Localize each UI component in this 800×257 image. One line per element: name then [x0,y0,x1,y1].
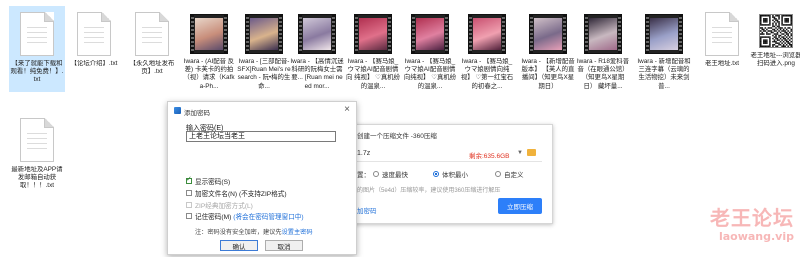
text-file-icon [705,12,739,56]
video-thumbnail [354,14,392,54]
remember-password-checkbox[interactable]: 记住密码(M) (将会在密码管理窗口中) [186,211,304,221]
watermark-title: 老王论坛 [710,206,794,230]
app-icon [174,107,181,114]
text-file-icon [77,12,111,56]
video-file-item[interactable]: Iwara - 【高情沉迷科研的阮梅女士需要... [Ruan mei need… [289,6,345,92]
file-name-label: Iwara - 【赛马娘_ウマ娘AI配音剧情向纯视】 ♡真机纷的温泉... [403,58,457,90]
file-name-label: 【来了就能下载和观看！纯免费！】.txt [10,60,64,84]
video-file-item[interactable]: Iwara - R18爱科普音（在眼通公馆）（知更鸟X星期日） 藏坏量... [575,6,631,92]
file-name-label: Iwara - 【新增配音版本】 【芙人的直播间】（知更鸟X星期日） [521,58,575,90]
compress-hint: 的图片（5e4d）压缩较率，建议使用360压缩进行解压 [357,188,501,194]
file-name-label: 【论坛介绍】.txt [70,60,118,67]
show-password-checkbox[interactable]: 显示密码(S) [186,175,230,186]
file-name-label: 老王地址.txt [704,60,740,67]
compress-method-label: 置： [357,172,370,179]
video-file-item[interactable]: Iwara - 【赛马娘_ウマ娘AI配音剧情向 纯视】 ♡真机纷的温泉... [345,6,401,92]
video-thumbnail [584,14,622,54]
video-thumbnail [245,14,283,54]
file-name-label: 最新地址及APP请发邮箱自动获取！！！.txt [11,166,63,190]
compress-dialog-title: 创建一个压缩文件 -360压缩 [357,133,437,140]
radio-icon [495,171,501,177]
start-compress-button[interactable]: 立即压缩 [498,198,542,214]
checkbox-icon [186,213,192,219]
radio-icon [373,171,379,177]
video-thumbnail [529,14,567,54]
divider [357,161,542,162]
qr-code-icon [759,14,793,48]
chevron-down-icon[interactable]: ▼ [517,150,523,156]
set-master-password-link[interactable]: 设置主密码 [282,229,313,236]
password-input[interactable]: 上老王论坛当老王 [186,131,336,142]
radio-selected-icon [433,171,439,177]
checkbox-icon [186,202,192,208]
checkbox-checked-icon [186,175,192,184]
option-fastest[interactable]: 速度最快 [373,169,408,179]
zip-classic-encryption-checkbox: ZIP经典加密方式(L) [186,200,253,210]
confirm-button[interactable]: 确认 [220,240,258,251]
security-note: 注：密码没有安全加密，建议先设置主密码 [195,229,313,236]
video-file-item[interactable]: Iwara - 【赛马娘_ウマ娘AI配音剧情向纯视】 ♡真机纷的温泉... [402,6,458,92]
text-file-item[interactable]: 【来了就能下载和观看！纯免费！】.txt [9,6,65,92]
file-name-label: Iwara - [三部配音-SFX]Ruan Mei's research - … [237,58,291,90]
video-file-item[interactable]: Iwara - 【赛马娘_ウマ娘剧情向纯视】 ♡第一红宝石的初春之... [459,6,515,92]
video-thumbnail [190,14,228,54]
text-file-item[interactable]: 老王地址.txt [694,6,750,92]
add-password-dialog: 添加密码 × 输入密码(E) 上老王论坛当老王 显示密码(S) 加密文件名(N)… [167,101,357,255]
video-thumbnail [411,14,449,54]
compress-dialog: 创建一个压缩文件 -360压缩 1.7z 剩余:635.6GB ▼ 置： 速度最… [346,124,553,224]
text-file-icon [135,12,169,56]
folder-icon[interactable] [527,149,536,156]
cancel-button[interactable]: 取消 [265,240,303,251]
option-custom[interactable]: 自定义 [495,169,524,179]
text-file-item[interactable]: 最新地址及APP请发邮箱自动获取！！！.txt [9,112,65,198]
file-name-label: Iwara - 【赛马娘_ウマ娘剧情向纯视】 ♡第一红宝石的初春之... [460,58,514,90]
option-smallest[interactable]: 体积最小 [433,169,468,179]
video-thumbnail [645,14,683,54]
watermark-url: laowang.vip [718,230,794,243]
free-space-label: 剩余:635.6GB [469,153,510,160]
video-file-item[interactable]: Iwara - 【新增配音版本】 【芙人的直播间】（知更鸟X星期日） [520,6,576,92]
video-file-item[interactable]: Iwara - 新增配音和三连字幕（云璃的生活物挖）未来剑普... [636,6,692,92]
archive-filename-field[interactable]: 1.7z [357,150,370,157]
video-thumbnail [468,14,506,54]
text-file-item[interactable]: 【永久地址发布页】.txt [124,6,180,92]
file-name-label: 老王地址---浏览器扫码进入.png [750,52,800,68]
text-file-icon [20,12,54,56]
file-name-label: Iwara - 新增配音和三连字幕（云璃的生活物挖）未来剑普... [637,58,691,90]
image-file-item[interactable]: 老王地址---浏览器扫码进入.png [748,6,800,92]
text-file-item[interactable]: 【论坛介绍】.txt [66,6,122,92]
text-file-icon [20,118,54,162]
file-name-label: Iwara - 【赛马娘_ウマ娘AI配音剧情向 纯视】 ♡真机纷的温泉... [346,58,400,90]
file-name-label: Iwara - (AI配音 反差) 卡芙卡的约拍（视）请求（Kafka-Ph..… [183,58,235,90]
file-name-label: Iwara - 【高情沉迷科研的阮梅女士需要... [Ruan mei need… [290,58,344,90]
add-password-link[interactable]: 加密码 [357,205,377,215]
video-file-item[interactable]: Iwara - [三部配音-SFX]Ruan Mei's research - … [236,6,292,92]
close-icon[interactable]: × [344,104,350,116]
dialog-title: 添加密码 [184,110,210,117]
file-name-label: Iwara - R18爱科普音（在眼通公馆）（知更鸟X星期日） 藏坏量... [576,58,630,90]
site-watermark: 老王论坛 laowang.vip [710,206,794,243]
video-thumbnail [298,14,336,54]
password-manager-link[interactable]: (将会在密码管理窗口中) [233,211,303,221]
encrypt-filenames-checkbox[interactable]: 加密文件名(N) (不支持ZIP格式) [186,188,287,198]
checkbox-icon [186,190,192,196]
video-file-item[interactable]: Iwara - (AI配音 反差) 卡芙卡的约拍（视）请求（Kafka-Ph..… [181,6,237,92]
dialog-titlebar[interactable]: 添加密码 × [168,102,356,119]
file-name-label: 【永久地址发布页】.txt [129,60,175,76]
